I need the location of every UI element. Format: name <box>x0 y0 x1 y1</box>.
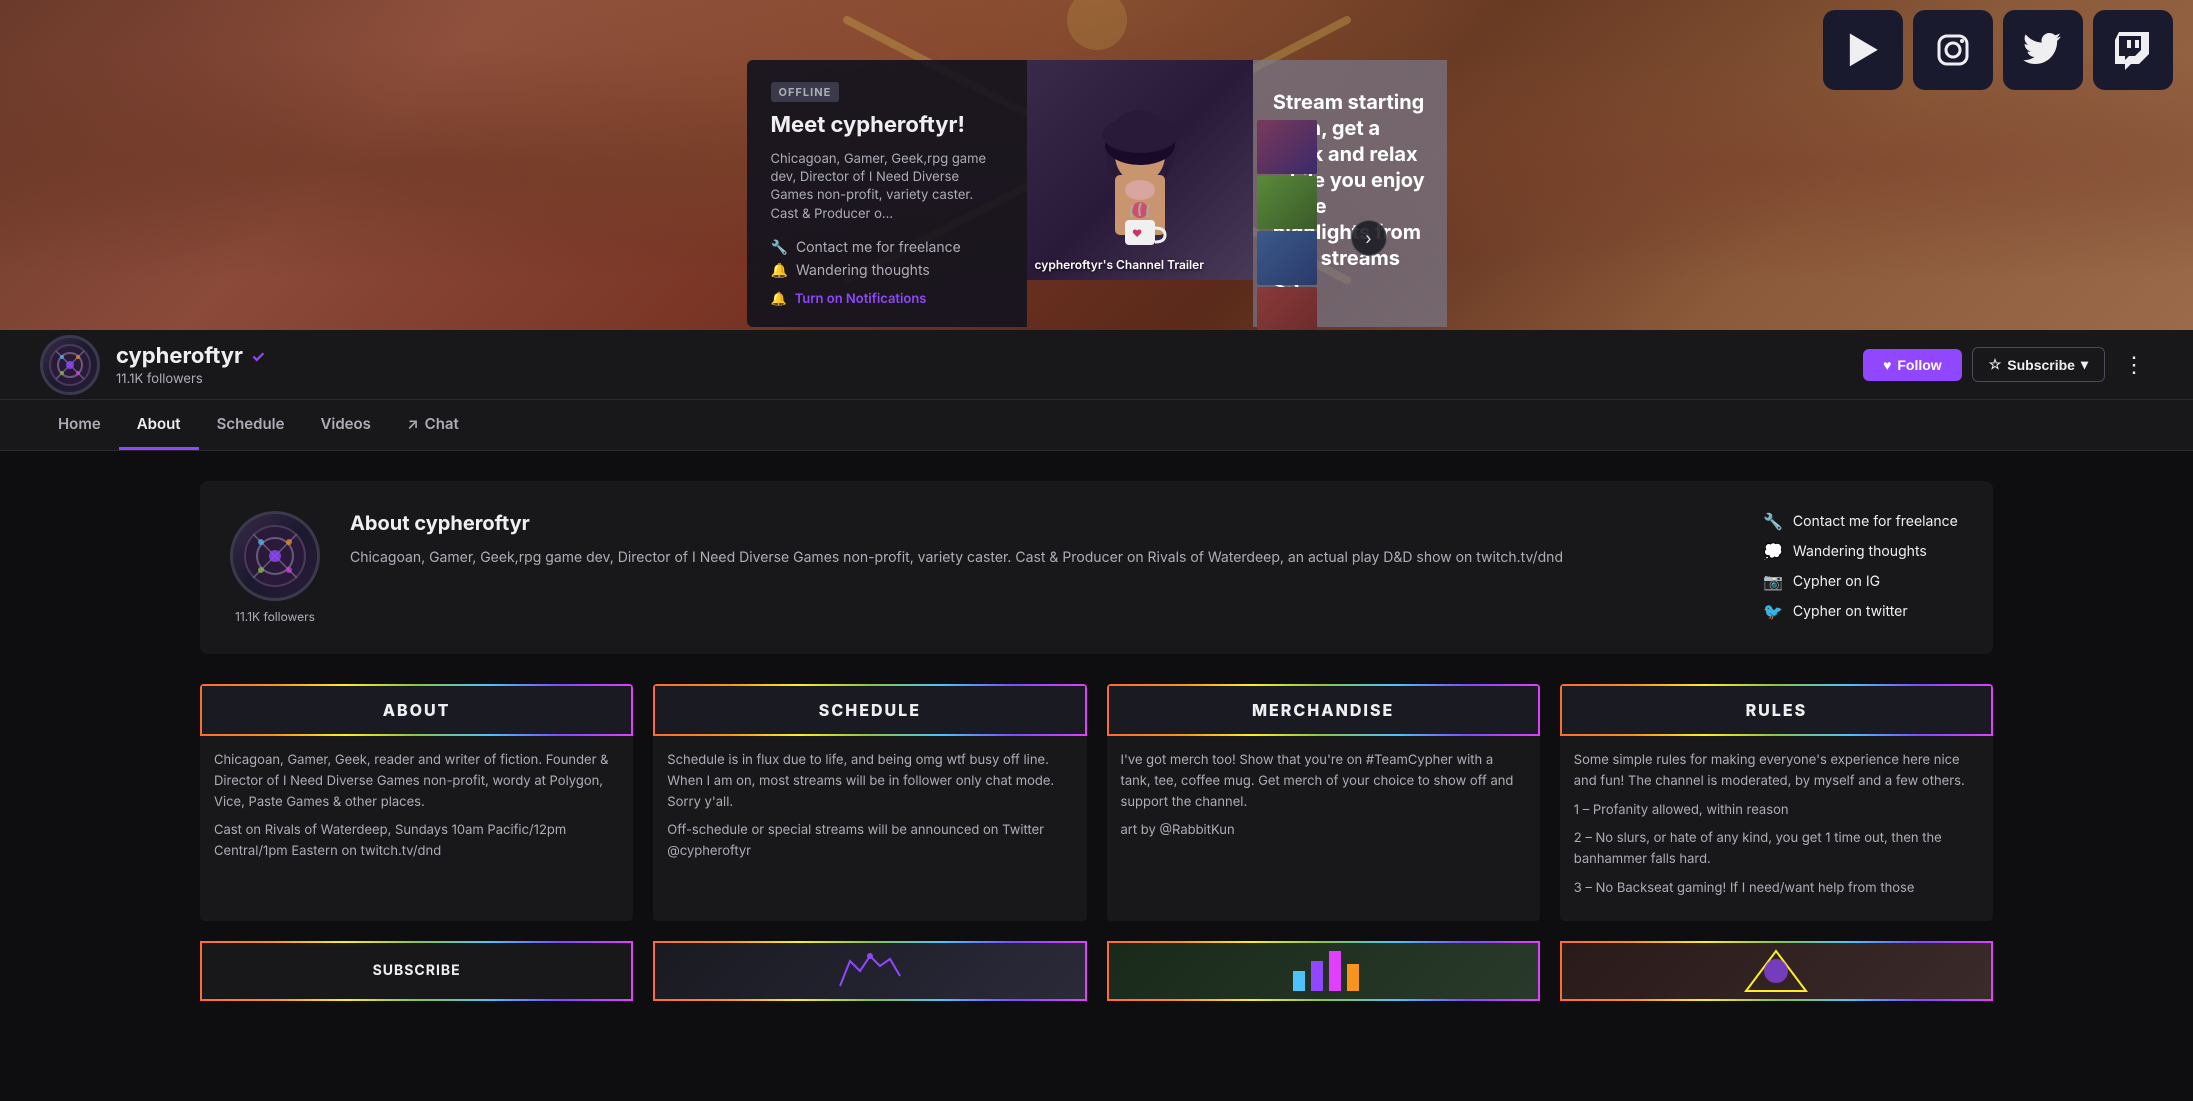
about-body: About cypheroftyr Chicagoan, Gamer, Geek… <box>350 511 1733 569</box>
social-icons-bar: ▶ <box>1823 10 2173 90</box>
about-link-thoughts[interactable]: 💭 Wandering thoughts <box>1763 541 1963 561</box>
panel-schedule-body: Schedule is in flux due to life, and bei… <box>653 736 1086 884</box>
heart-icon: ♥ <box>1883 357 1891 373</box>
panels-row2: SUBSCRIBE <box>200 941 1993 1001</box>
subscribe-label: SUBSCRIBE <box>373 962 461 979</box>
twitter-small-icon: 🐦 <box>1763 601 1783 621</box>
channel-info: cypheroftyr ✓ 11.1K followers <box>40 335 265 395</box>
channel-actions: ♥ Follow ☆ Subscribe ▾ ⋮ <box>1863 347 2153 382</box>
about-links: 🔧 Contact me for freelance 💭 Wandering t… <box>1763 511 1963 621</box>
instagram-small-icon: 📷 <box>1763 571 1783 591</box>
tab-schedule[interactable]: Schedule <box>199 400 303 450</box>
instagram-icon[interactable] <box>1913 10 1993 90</box>
panel-bottom-4[interactable] <box>1560 941 1993 1001</box>
about-avatar <box>230 511 320 601</box>
thumb-4[interactable] <box>1257 287 1317 331</box>
main-content: 11.1K followers About cypheroftyr Chicag… <box>0 451 2193 1031</box>
about-link-freelance[interactable]: 🔧 Contact me for freelance <box>1763 511 1963 531</box>
about-card: 11.1K followers About cypheroftyr Chicag… <box>200 481 1993 654</box>
panel-rules-body: Some simple rules for making everyone's … <box>1560 736 1993 921</box>
next-button[interactable]: › <box>1351 220 1387 256</box>
bell-icon: 🔔 <box>771 262 788 279</box>
thumb-2[interactable] <box>1257 176 1317 230</box>
about-description: Chicagoan, Gamer, Geek,rpg game dev, Dir… <box>350 547 1733 569</box>
twitter-icon[interactable] <box>2003 10 2083 90</box>
panel-about-header: ABOUT <box>200 684 633 736</box>
panel-rules: RULES Some simple rules for making every… <box>1560 684 1993 921</box>
panel-merchandise: MERCHANDISE I've got merch too! Show tha… <box>1107 684 1540 921</box>
panel-schedule-header: SCHEDULE <box>653 684 1086 736</box>
follower-count: 11.1K followers <box>116 371 265 387</box>
channel-username: cypheroftyr <box>116 343 243 369</box>
offline-description: Chicagoan, Gamer, Geek,rpg game dev, Dir… <box>771 150 1003 223</box>
thumb-3[interactable] <box>1257 231 1317 285</box>
notifications-button[interactable]: 🔔 Turn on Notifications <box>771 291 1003 307</box>
youtube-icon[interactable]: ▶ <box>1823 10 1903 90</box>
twitch-icon[interactable] <box>2093 10 2173 90</box>
panel-merchandise-body: I've got merch too! Show that you're on … <box>1107 736 1540 863</box>
svg-text:♥: ♥ <box>1132 228 1142 240</box>
verified-badge: ✓ <box>251 346 265 366</box>
bell-notif-icon: 🔔 <box>771 291 787 307</box>
panel-about: ABOUT Chicagoan, Gamer, Geek, reader and… <box>200 684 633 921</box>
tab-home[interactable]: Home <box>40 400 119 450</box>
tab-about[interactable]: About <box>119 400 199 450</box>
panel-area: OFFLINE Meet cypheroftyr! Chicagoan, Gam… <box>747 60 1447 327</box>
nav-tabs: Home About Schedule Videos ↗ Chat <box>0 400 2193 451</box>
thumb-1[interactable] <box>1257 120 1317 174</box>
panel-bottom-2[interactable] <box>653 941 1086 1001</box>
thumbnails-strip <box>1257 120 1317 330</box>
video-label: cypheroftyr's Channel Trailer <box>1035 257 1205 272</box>
tool-icon: 🔧 <box>1763 511 1783 531</box>
offline-badge: OFFLINE <box>771 82 840 102</box>
about-follower-count: 11.1K followers <box>235 609 315 624</box>
about-avatar-wrap: 11.1K followers <box>230 511 320 624</box>
tab-videos[interactable]: Videos <box>302 400 388 450</box>
panel-bottom-3[interactable] <box>1107 941 1540 1001</box>
channel-name-wrap: cypheroftyr ✓ 11.1K followers <box>116 343 265 387</box>
tool-icon: 🔧 <box>771 239 788 256</box>
panel-schedule: SCHEDULE Schedule is in flux due to life… <box>653 684 1086 921</box>
channel-name-row: cypheroftyr ✓ <box>116 343 265 369</box>
external-link-icon: ↗ <box>407 414 419 433</box>
thought-icon: 💭 <box>1763 541 1783 561</box>
about-title: About cypheroftyr <box>350 511 1733 535</box>
panel-merchandise-header: MERCHANDISE <box>1107 684 1540 736</box>
panel-subscribe[interactable]: SUBSCRIBE <box>200 941 633 1001</box>
video-panel[interactable]: ♥ ▶ cypheroftyr's Channel Trailer <box>1027 60 1253 280</box>
panel-rules-header: RULES <box>1560 684 1993 736</box>
channel-header: cypheroftyr ✓ 11.1K followers ♥ Follow ☆… <box>0 330 2193 400</box>
about-link-twitter[interactable]: 🐦 Cypher on twitter <box>1763 601 1963 621</box>
avatar <box>40 335 100 395</box>
thoughts-link[interactable]: 🔔 Wandering thoughts <box>771 262 1003 279</box>
panel-about-body: Chicagoan, Gamer, Geek, reader and write… <box>200 736 633 884</box>
chevron-down-icon: ▾ <box>2081 356 2088 373</box>
offline-panel: OFFLINE Meet cypheroftyr! Chicagoan, Gam… <box>747 60 1027 327</box>
subscribe-button[interactable]: ☆ Subscribe ▾ <box>1972 347 2105 382</box>
star-icon: ☆ <box>1989 356 2002 373</box>
about-link-instagram[interactable]: 📷 Cypher on IG <box>1763 571 1963 591</box>
banner: ▶ OFFLINE Meet cypheroftyr! Chicagoan, G… <box>0 0 2193 330</box>
tab-chat[interactable]: ↗ Chat <box>389 400 477 450</box>
video-thumbnail: ♥ <box>1027 60 1253 280</box>
offline-title: Meet cypheroftyr! <box>771 112 1003 138</box>
freelance-link[interactable]: 🔧 Contact me for freelance <box>771 239 1003 256</box>
more-options-button[interactable]: ⋮ <box>2115 348 2153 382</box>
panels-row: ABOUT Chicagoan, Gamer, Geek, reader and… <box>200 684 1993 921</box>
follow-button[interactable]: ♥ Follow <box>1863 349 1962 381</box>
avatar-wrap <box>40 335 100 395</box>
